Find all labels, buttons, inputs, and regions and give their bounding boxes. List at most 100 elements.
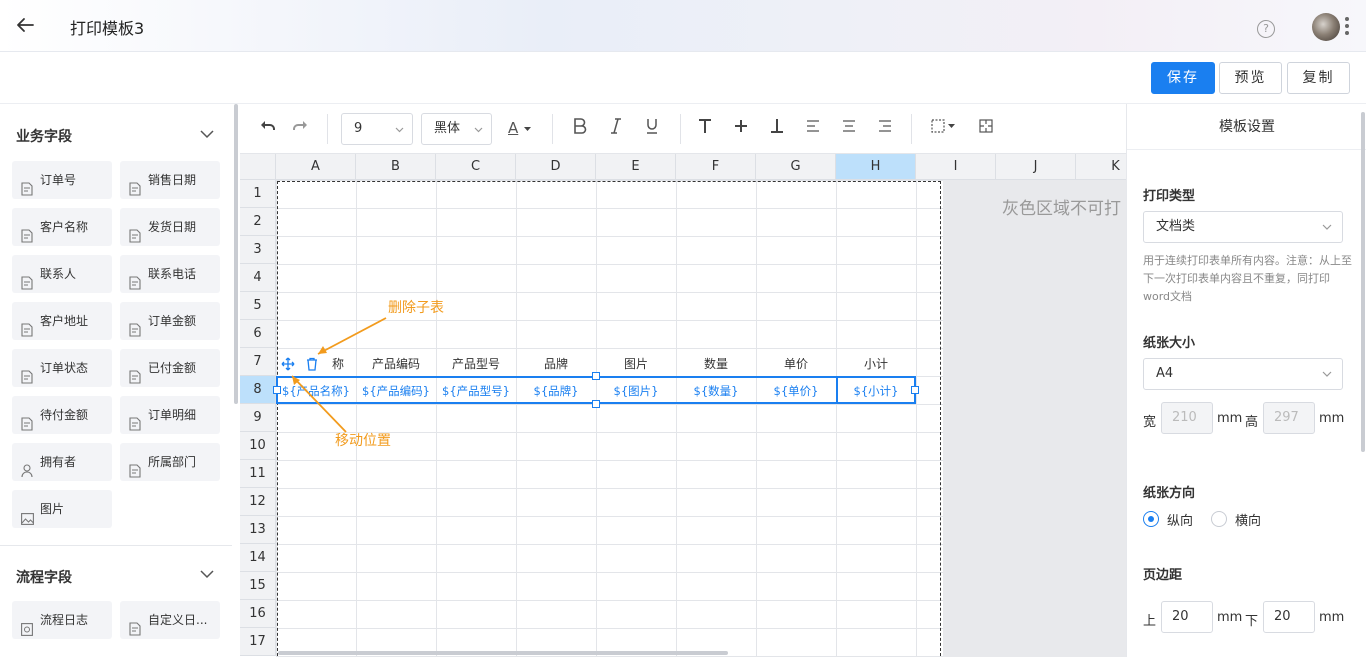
print-type-select[interactable]: 文档类: [1143, 211, 1343, 243]
toolbar-divider: [327, 114, 328, 144]
horizontal-scrollbar[interactable]: [278, 651, 728, 655]
user-icon: [21, 455, 33, 478]
field-item[interactable]: 流程日志: [12, 601, 112, 639]
field-item[interactable]: 订单状态: [12, 349, 112, 387]
align-middle-icon[interactable]: [731, 118, 751, 138]
doc-icon: [129, 613, 141, 636]
orientation-portrait-radio[interactable]: [1143, 511, 1159, 527]
align-center-icon[interactable]: [839, 118, 859, 138]
field-item-label: 待付金额: [40, 408, 89, 422]
orientation-portrait-label[interactable]: 纵向: [1167, 510, 1193, 529]
height-unit: mm: [1319, 411, 1345, 426]
chevron-down-icon: [395, 127, 404, 133]
image-icon: [21, 502, 34, 525]
align-top-icon[interactable]: [695, 118, 715, 138]
field-item[interactable]: 图片: [12, 490, 112, 528]
print-type-value: 文档类: [1156, 219, 1196, 234]
process-fields-title: 流程字段: [16, 570, 72, 586]
chevron-down-icon: [474, 127, 483, 133]
chevron-down-icon[interactable]: [200, 569, 214, 579]
field-item[interactable]: 客户名称: [12, 208, 112, 246]
border-icon[interactable]: [930, 118, 960, 138]
align-bottom-icon[interactable]: [767, 118, 787, 138]
doc-icon: [129, 314, 141, 337]
field-item[interactable]: 自定义日...: [120, 601, 220, 639]
field-item-label: 订单金额: [148, 314, 197, 328]
field-item[interactable]: 订单明细: [120, 396, 220, 434]
doc-icon: [21, 361, 33, 384]
top-header: 打印模板3 ?: [0, 0, 1366, 52]
avatar[interactable]: [1312, 13, 1340, 41]
font-color-glyph: A: [508, 119, 519, 137]
field-item-label: 联系人: [40, 267, 77, 281]
width-unit: mm: [1217, 411, 1243, 426]
toolbar-divider: [911, 114, 912, 144]
copy-button[interactable]: 复制: [1287, 62, 1350, 94]
panel-scrollbar[interactable]: [1361, 112, 1365, 452]
field-item[interactable]: 联系电话: [120, 255, 220, 293]
preview-button[interactable]: 预览: [1219, 62, 1282, 94]
paper-size-select[interactable]: A4: [1143, 358, 1343, 390]
margin-bottom-input[interactable]: 20: [1263, 601, 1315, 633]
field-item[interactable]: 销售日期: [120, 161, 220, 199]
margin-label: 页边距: [1143, 568, 1183, 583]
field-item-label: 联系电话: [148, 267, 197, 281]
paper-width-input[interactable]: 210: [1161, 402, 1213, 434]
bold-icon[interactable]: [570, 118, 590, 138]
orientation-landscape-label[interactable]: 横向: [1235, 510, 1261, 529]
orientation-landscape-radio[interactable]: [1211, 511, 1227, 527]
field-item[interactable]: 拥有者: [12, 443, 112, 481]
field-item[interactable]: 已付金额: [120, 349, 220, 387]
field-item[interactable]: 待付金额: [12, 396, 112, 434]
panel-title: 模板设置: [1127, 104, 1366, 150]
field-item[interactable]: 客户地址: [12, 302, 112, 340]
field-item[interactable]: 发货日期: [120, 208, 220, 246]
toolbar-divider: [680, 114, 681, 144]
undo-icon[interactable]: [257, 118, 277, 138]
paper-height-input[interactable]: 297: [1263, 402, 1315, 434]
doc-icon: [21, 408, 33, 431]
help-icon[interactable]: ?: [1257, 20, 1275, 38]
align-right-icon[interactable]: [875, 118, 895, 138]
chevron-down-icon: [1322, 371, 1332, 377]
underline-icon[interactable]: [642, 118, 662, 138]
margin-top-input[interactable]: 20: [1161, 601, 1213, 633]
annotation-delete-subtable: 删除子表: [388, 300, 444, 316]
field-item[interactable]: 联系人: [12, 255, 112, 293]
field-item-label: 图片: [40, 502, 65, 516]
field-item-label: 客户地址: [40, 314, 89, 328]
caret-down-icon: [524, 127, 532, 131]
doc-icon: [21, 267, 33, 290]
italic-icon[interactable]: [606, 118, 626, 138]
font-size-select[interactable]: 9: [341, 113, 413, 145]
sidebar-scrollbar[interactable]: [234, 104, 238, 404]
field-item-label: 客户名称: [40, 220, 89, 234]
field-item-label: 订单号: [40, 173, 77, 187]
font-family-value: 黑体: [434, 121, 461, 136]
print-type-label: 打印类型: [1143, 189, 1196, 204]
field-item[interactable]: 所属部门: [120, 443, 220, 481]
orientation-label: 纸张方向: [1143, 486, 1196, 501]
field-item-label: 已付金额: [148, 361, 197, 375]
toolbar-divider: [552, 114, 553, 144]
field-item-label: 发货日期: [148, 220, 197, 234]
margin-bottom-label: 下: [1245, 614, 1259, 629]
spreadsheet-canvas[interactable]: ABCDEFGHIJK 1 2 3 4 5 6 7 8 9 10 11 12 13 14 15 16 17 灰色…: [240, 154, 1126, 657]
width-label: 宽: [1143, 415, 1157, 430]
chevron-down-icon[interactable]: [200, 129, 214, 139]
field-item-label: 流程日志: [40, 613, 89, 627]
font-color-button[interactable]: A: [508, 118, 536, 138]
field-item[interactable]: 订单号: [12, 161, 112, 199]
page-title: 打印模板3: [70, 19, 145, 38]
field-item-label: 订单明细: [148, 408, 197, 422]
merge-cells-icon[interactable]: [976, 118, 996, 138]
more-vertical-icon[interactable]: [1345, 17, 1351, 37]
field-item[interactable]: 订单金额: [120, 302, 220, 340]
field-sidebar: 业务字段 订单号 销售日期 客户名称 发货日期 联系人 联系电话 客户地址 订单金额 订单状态 已…: [0, 104, 232, 657]
back-arrow-icon[interactable]: [14, 14, 36, 36]
align-left-icon[interactable]: [803, 118, 823, 138]
save-button[interactable]: 保存: [1151, 62, 1215, 94]
field-item-label: 所属部门: [148, 455, 197, 469]
redo-icon[interactable]: [291, 118, 311, 138]
font-family-select[interactable]: 黑体: [421, 113, 492, 145]
